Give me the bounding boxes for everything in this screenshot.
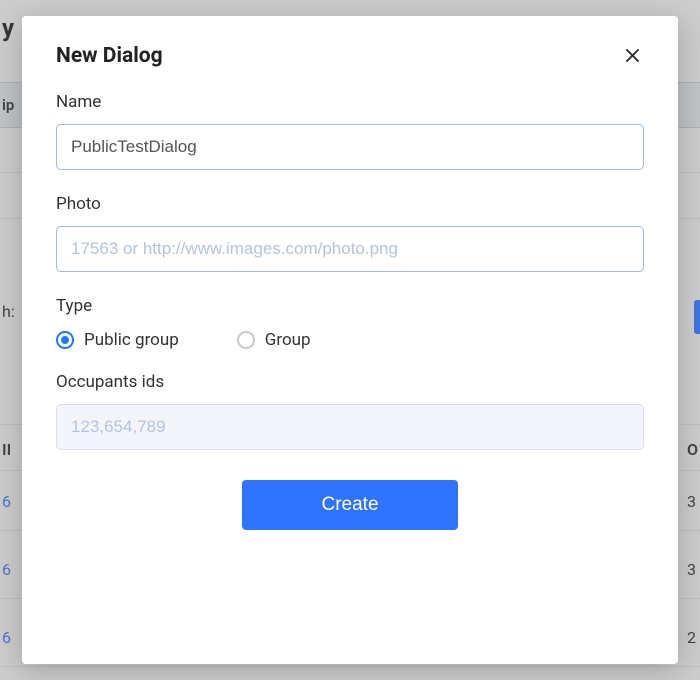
name-input[interactable]: [56, 124, 644, 170]
bg-row-id: 6: [2, 628, 11, 647]
radio-public-group[interactable]: Public group: [56, 330, 179, 350]
name-label: Name: [56, 92, 644, 112]
bg-accent-indicator: [694, 300, 700, 334]
radio-label: Public group: [84, 330, 179, 350]
photo-field: Photo: [56, 194, 644, 272]
name-field: Name: [56, 92, 644, 170]
radio-checked-icon: [56, 331, 74, 349]
bg-col-right-header: O: [687, 440, 698, 459]
occupants-field: Occupants ids: [56, 372, 644, 450]
occupants-label: Occupants ids: [56, 372, 644, 392]
photo-label: Photo: [56, 194, 644, 214]
bg-search-label: h:: [2, 302, 15, 321]
radio-unchecked-icon: [237, 331, 255, 349]
bg-table-header-cell: ip: [0, 83, 14, 127]
type-radio-group: Public group Group: [56, 330, 644, 350]
close-button[interactable]: [621, 44, 644, 67]
bg-divider: [0, 666, 700, 667]
modal-header: New Dialog: [56, 44, 644, 68]
bg-col-id-header: II: [2, 440, 11, 459]
type-field: Type Public group Group: [56, 296, 644, 350]
modal-title: New Dialog: [56, 44, 163, 68]
photo-input[interactable]: [56, 226, 644, 272]
bg-row-right: 3: [687, 560, 696, 579]
bg-row-id: 6: [2, 492, 11, 511]
bg-row-right: 3: [687, 492, 696, 511]
occupants-input: [56, 404, 644, 450]
bg-row-id: 6: [2, 560, 11, 579]
bg-row-right: 2: [687, 628, 696, 647]
radio-group[interactable]: Group: [237, 330, 311, 350]
radio-label: Group: [265, 330, 311, 350]
create-button[interactable]: Create: [242, 480, 458, 530]
type-label: Type: [56, 296, 644, 316]
close-icon: [623, 53, 642, 68]
modal-footer: Create: [56, 480, 644, 530]
new-dialog-modal: New Dialog Name Photo Type Public group: [22, 16, 678, 664]
